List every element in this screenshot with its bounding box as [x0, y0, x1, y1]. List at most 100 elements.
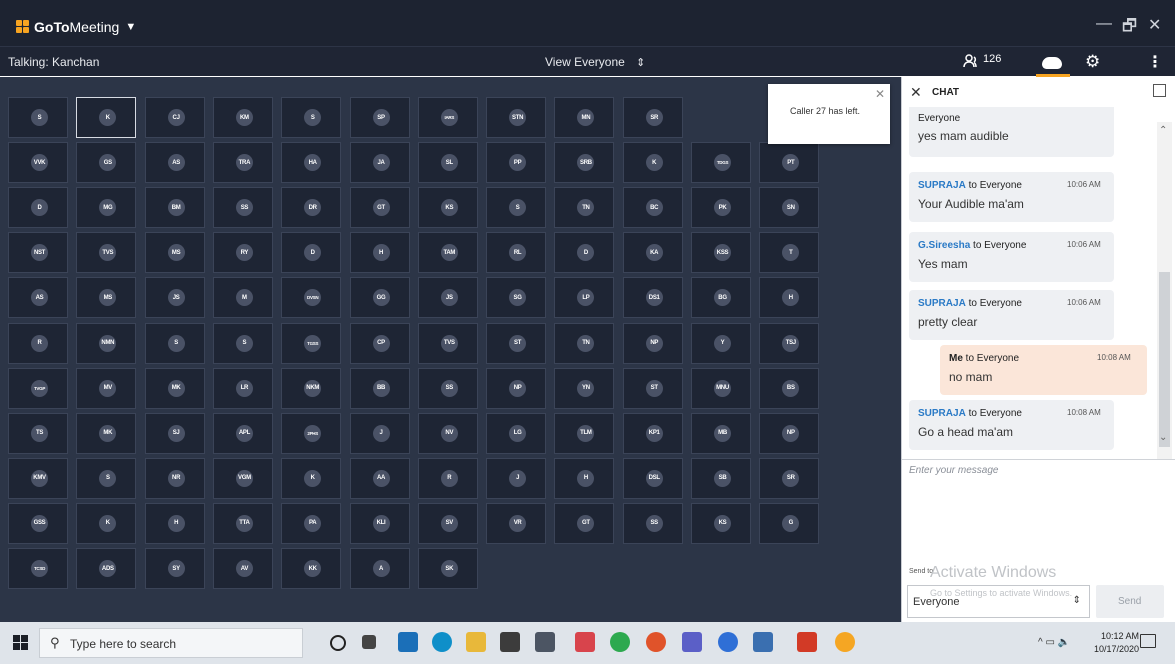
participant-tile[interactable]: JS: [417, 277, 478, 319]
participant-tile[interactable]: MS: [76, 277, 137, 319]
participant-tile[interactable]: H: [554, 457, 615, 499]
participant-tile[interactable]: SR: [622, 97, 683, 138]
participant-tile[interactable]: BG: [691, 277, 751, 319]
message-input[interactable]: Enter your message: [902, 459, 1175, 574]
toast-close-icon[interactable]: ✕: [875, 87, 885, 101]
participant-tile[interactable]: STN: [486, 97, 547, 138]
participant-tile[interactable]: AS: [8, 277, 68, 319]
participant-tile[interactable]: H: [349, 232, 410, 274]
participant-tile[interactable]: DS1: [622, 277, 683, 319]
participant-tile[interactable]: SS: [622, 502, 683, 544]
participant-tile[interactable]: K: [76, 97, 137, 138]
participant-tile[interactable]: S: [8, 97, 68, 138]
participant-tile[interactable]: SP: [349, 97, 410, 138]
participant-tile[interactable]: KK: [281, 548, 342, 589]
app-menu-button[interactable]: GoTo Meeting ▼: [16, 19, 136, 35]
participant-tile[interactable]: K: [76, 502, 137, 544]
participant-tile[interactable]: NKM: [281, 367, 342, 409]
firefox-icon[interactable]: [646, 632, 666, 652]
scroll-up-icon[interactable]: ⌃: [1159, 125, 1167, 136]
participant-tile[interactable]: BS: [759, 367, 820, 409]
participant-tile[interactable]: TSJ: [759, 322, 820, 364]
participant-tile[interactable]: LG: [486, 412, 547, 454]
attendees-button[interactable]: 126: [963, 53, 1001, 69]
participant-tile[interactable]: T: [759, 232, 820, 274]
task-view-icon[interactable]: [362, 635, 376, 649]
participant-tile[interactable]: DSL: [622, 457, 683, 499]
participant-tile[interactable]: SRB: [554, 142, 615, 184]
participant-tile[interactable]: MK: [76, 412, 137, 454]
participant-tile[interactable]: YN: [554, 367, 615, 409]
participant-tile[interactable]: KS: [691, 502, 751, 544]
participant-tile[interactable]: TTA: [212, 502, 273, 544]
participant-tile[interactable]: R: [417, 457, 478, 499]
participant-tile[interactable]: TVGP: [8, 367, 68, 409]
participant-tile[interactable]: KA: [622, 232, 683, 274]
participant-tile[interactable]: S: [486, 187, 547, 229]
close-window-button[interactable]: ✕: [1148, 15, 1161, 35]
participant-tile[interactable]: GG: [349, 277, 410, 319]
participant-tile[interactable]: G: [759, 502, 820, 544]
participant-tile[interactable]: KMV: [8, 457, 68, 499]
participant-tile[interactable]: RY: [212, 232, 273, 274]
gear-icon[interactable]: ⚙: [1085, 52, 1100, 72]
participant-tile[interactable]: AA: [349, 457, 410, 499]
participant-tile[interactable]: CJ: [144, 97, 205, 138]
file-explorer-icon[interactable]: [466, 632, 486, 652]
taskbar-clock[interactable]: 10:12 AM 10/17/2020: [1094, 630, 1139, 656]
participant-tile[interactable]: NST: [8, 232, 68, 274]
participant-tile[interactable]: MB: [691, 412, 751, 454]
participant-tile[interactable]: GT: [349, 187, 410, 229]
participant-tile[interactable]: ADS: [76, 548, 137, 589]
participant-tile[interactable]: AS: [144, 142, 205, 184]
taskbar-search-box[interactable]: ⚲ Type here to search: [39, 628, 303, 658]
participant-tile[interactable]: ST: [622, 367, 683, 409]
close-chat-icon[interactable]: ✕: [910, 84, 922, 101]
more-options-icon[interactable]: ⋮: [1147, 52, 1163, 72]
participant-tile[interactable]: TCSD: [8, 548, 68, 589]
restore-button[interactable]: 🗗: [1122, 15, 1137, 42]
participant-tile[interactable]: BB: [349, 367, 410, 409]
chrome-icon[interactable]: [610, 632, 630, 652]
participant-tile[interactable]: R: [8, 322, 68, 364]
participant-tile[interactable]: TDGS: [691, 142, 751, 184]
notification-icon[interactable]: [1140, 634, 1156, 648]
send-to-select[interactable]: Everyone ⇕: [907, 585, 1090, 618]
participant-tile[interactable]: MK: [144, 367, 205, 409]
participant-tile[interactable]: NP: [486, 367, 547, 409]
participant-tile[interactable]: MNU: [691, 367, 751, 409]
participant-tile[interactable]: VGM: [212, 457, 273, 499]
participant-tile[interactable]: BC: [622, 187, 683, 229]
participant-tile[interactable]: GT: [554, 502, 615, 544]
minimize-button[interactable]: —: [1096, 15, 1112, 33]
participant-tile[interactable]: TN: [554, 187, 615, 229]
participant-tile[interactable]: SN: [759, 187, 820, 229]
participant-tile[interactable]: CP: [349, 322, 410, 364]
participant-tile[interactable]: S: [212, 322, 273, 364]
participant-tile[interactable]: SK: [417, 548, 478, 589]
participant-tile[interactable]: BM: [144, 187, 205, 229]
participant-tile[interactable]: HA: [281, 142, 342, 184]
participant-tile[interactable]: D: [554, 232, 615, 274]
view-selector[interactable]: View Everyone ⇕: [545, 55, 645, 69]
participant-tile[interactable]: 2PHS: [281, 412, 342, 454]
participant-tile[interactable]: SR: [759, 457, 820, 499]
participant-tile[interactable]: S: [144, 322, 205, 364]
participant-tile[interactable]: SJ: [144, 412, 205, 454]
participant-tile[interactable]: SS: [417, 367, 478, 409]
windows-start-icon[interactable]: [13, 635, 28, 650]
participant-tile[interactable]: H: [144, 502, 205, 544]
cortana-icon[interactable]: [330, 635, 346, 651]
participant-tile[interactable]: K: [622, 142, 683, 184]
participant-tile[interactable]: VVK: [8, 142, 68, 184]
browser-icon[interactable]: [718, 632, 738, 652]
participant-tile[interactable]: KP1: [622, 412, 683, 454]
participant-tile[interactable]: S: [76, 457, 137, 499]
participant-tile[interactable]: MV: [76, 367, 137, 409]
participant-tile[interactable]: MG: [76, 187, 137, 229]
participant-tile[interactable]: IARS: [417, 97, 478, 138]
participant-tile[interactable]: J: [349, 412, 410, 454]
edge-icon[interactable]: [432, 632, 452, 652]
participant-tile[interactable]: DVSN: [281, 277, 342, 319]
participant-tile[interactable]: TVS: [76, 232, 137, 274]
